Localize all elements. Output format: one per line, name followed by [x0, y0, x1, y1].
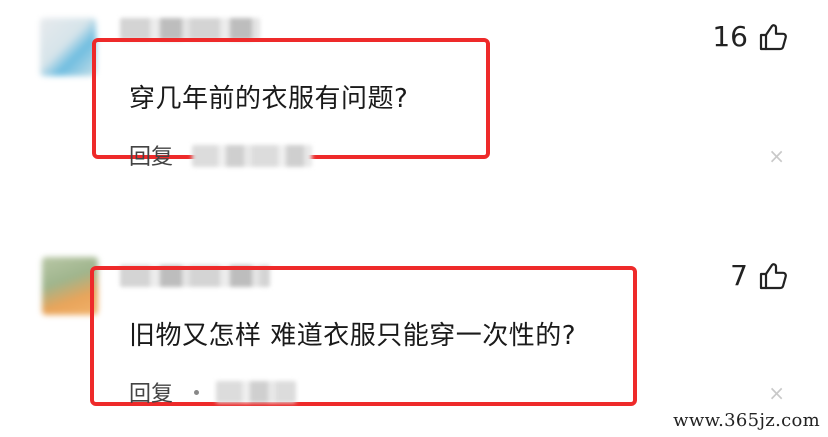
comment-text: 旧物又怎样 难道衣服只能穿一次性的?	[129, 321, 577, 351]
close-icon[interactable]: ×	[768, 383, 785, 403]
comment-text: 穿几年前的衣服有问题?	[129, 84, 409, 114]
thumbs-up-icon[interactable]	[758, 22, 788, 52]
timestamp-blurred	[192, 145, 312, 167]
like-button[interactable]: 7	[730, 259, 788, 292]
username-blurred[interactable]	[120, 18, 260, 40]
comment-list: 穿几年前的衣服有问题? 回复 16 × 旧物又怎样 难道衣服只能穿一次性的? 回…	[0, 0, 828, 437]
watermark: www.365jz.com	[673, 410, 820, 431]
reply-button[interactable]: 回复	[129, 376, 173, 408]
avatar[interactable]	[40, 18, 96, 76]
reply-button[interactable]: 回复	[129, 139, 173, 171]
timestamp-blurred	[216, 381, 296, 403]
comment-item: 旧物又怎样 难道衣服只能穿一次性的? 回复 7 ×	[0, 225, 828, 437]
thumbs-up-icon[interactable]	[758, 261, 788, 291]
like-button[interactable]: 16	[712, 20, 788, 53]
close-icon[interactable]: ×	[768, 146, 785, 166]
comment-item: 穿几年前的衣服有问题? 回复 16 ×	[0, 0, 828, 210]
like-count: 7	[730, 259, 748, 292]
like-count: 16	[712, 20, 748, 53]
separator-dot	[194, 390, 199, 395]
